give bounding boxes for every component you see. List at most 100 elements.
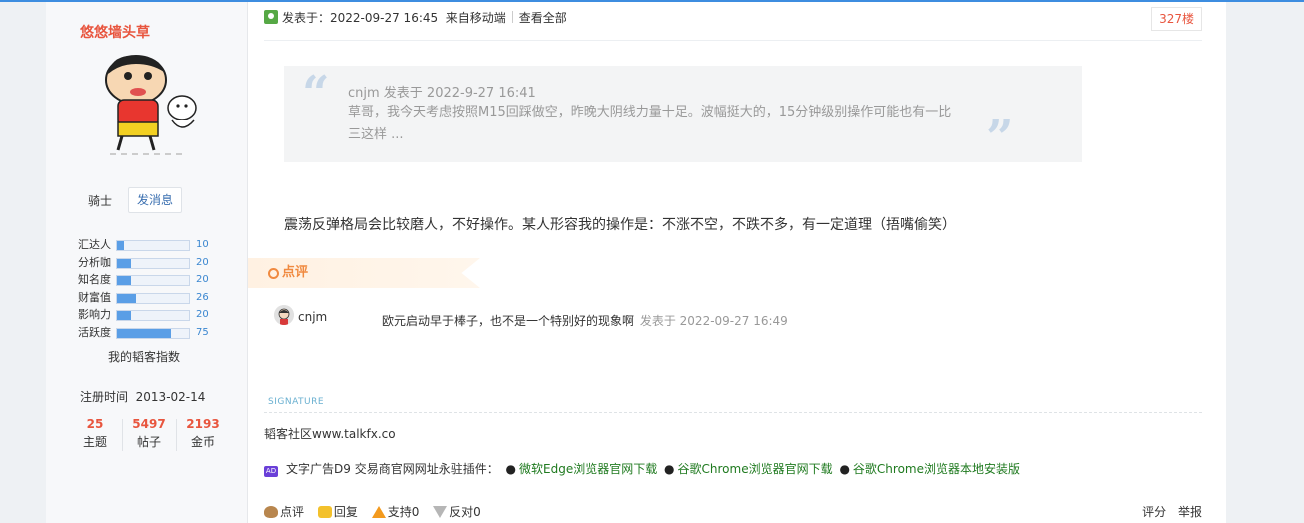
count-posts-label: 帖子: [136, 435, 161, 449]
stat-row: 分析咖 20: [78, 256, 218, 274]
divider: [511, 11, 513, 23]
ad-link-edge[interactable]: 微软Edge浏览器官网下载: [519, 462, 657, 476]
author-name[interactable]: 悠悠墙头草: [80, 22, 150, 42]
count-coins-label: 金币: [190, 435, 215, 449]
stat-row: 汇达人 10: [78, 238, 218, 256]
circle-icon: [268, 268, 279, 279]
post-main: 发表于：2022-09-27 16:45 来自移动端 查看全部 327楼 “ cn…: [248, 2, 1226, 523]
quote-open-icon: “: [302, 66, 330, 122]
post-body: 震荡反弹格局会比较磨人，不好操作。某人形容我的操作是：不涨不空，不跌不多，有一定…: [284, 217, 956, 233]
signature-text: 韬客社区www.talkfx.co: [264, 427, 396, 441]
count-posts-num: 5497: [132, 417, 166, 431]
arrow-up-icon: [371, 506, 386, 518]
divider-line: [264, 40, 1202, 41]
send-message-button[interactable]: 发消息: [128, 187, 182, 213]
post-source: 来自移动端: [445, 11, 506, 25]
post-actions: 点评 回复 支持0 反对0: [264, 503, 491, 521]
review-button-label: 点评: [280, 505, 305, 519]
post-side-actions: 评分 举报: [1134, 503, 1202, 521]
stat-label: 汇达人: [78, 238, 111, 251]
stat-value: 10: [196, 239, 209, 250]
report-button[interactable]: 举报: [1178, 505, 1202, 519]
reply-button-label: 回复: [333, 505, 358, 519]
comment-time: 发表于 2022-09-27 16:49: [639, 314, 788, 328]
signature-label: SIGNATURE: [268, 397, 325, 407]
bullet-icon: ●: [505, 462, 517, 476]
support-button-label: 支持0: [387, 505, 420, 519]
ad-link-chrome-local[interactable]: 谷歌Chrome浏览器本地安装版: [853, 462, 1020, 476]
review-icon: [264, 506, 278, 518]
my-index-link[interactable]: 我的韬客指数: [108, 348, 180, 365]
stat-bar: [116, 327, 190, 339]
view-all-link[interactable]: 查看全部: [519, 11, 567, 25]
stat-value: 20: [196, 256, 209, 268]
post-time: 发表于：2022-09-27 16:45: [282, 11, 439, 25]
user-icon: [264, 10, 278, 24]
stat-bar-fill: [117, 311, 132, 320]
rate-button[interactable]: 评分: [1142, 505, 1166, 519]
register-value: 2013-02-14: [135, 390, 206, 404]
count-posts[interactable]: 5497 帖子: [122, 415, 176, 451]
stat-row: 知名度 20: [78, 273, 218, 291]
commenter-avatar[interactable]: [274, 305, 294, 325]
quote-close-icon: ”: [986, 110, 1014, 166]
register-label: 注册时间: [80, 390, 129, 404]
stat-bar: [116, 240, 190, 251]
stat-value: 20: [196, 274, 209, 285]
reply-button[interactable]: 回复: [317, 503, 358, 521]
reply-icon: [317, 506, 332, 518]
stat-label: 分析咖: [78, 255, 111, 269]
count-coins-num: 2193: [186, 417, 220, 431]
count-topics-label: 主题: [82, 435, 107, 449]
ad-link-chrome[interactable]: 谷歌Chrome浏览器官网下载: [678, 462, 833, 476]
review-section-tag: 点评: [248, 258, 480, 288]
stat-value: 20: [196, 309, 209, 320]
commenter-name[interactable]: cnjm: [298, 310, 327, 324]
stat-bar: [116, 275, 190, 286]
comment-body: 欧元启动早于棒子，也不是一个特别好的现象啊: [382, 314, 635, 328]
count-topics[interactable]: 25 主题: [68, 415, 122, 451]
ad-badge-icon: AD: [264, 466, 278, 477]
stat-bar-fill: [117, 258, 132, 268]
stat-label: 活跃度: [78, 325, 111, 339]
count-topics-num: 25: [86, 417, 104, 431]
stat-bar-fill: [117, 276, 132, 285]
review-button[interactable]: 点评: [264, 503, 304, 521]
author-rank: 骑士: [88, 194, 113, 208]
author-avatar[interactable]: [90, 50, 206, 162]
bullet-icon: ●: [664, 462, 675, 476]
stat-bar-fill: [117, 241, 125, 250]
oppose-button-label: 反对0: [449, 505, 481, 519]
bullet-icon: ●: [839, 462, 850, 476]
stat-bar: [116, 257, 190, 269]
quote-header: cnjm 发表于 2022-9-27 16:41: [348, 86, 536, 101]
stat-label: 财富值: [78, 290, 111, 304]
stat-row: 活跃度 75: [78, 326, 218, 344]
comment-text: 欧元启动早于棒子，也不是一个特别好的现象啊 发表于 2022-09-27 16:…: [382, 312, 788, 329]
signature-divider: [264, 412, 1202, 413]
stat-bar-fill: [117, 293, 136, 303]
stat-bar: [116, 310, 190, 321]
stat-label: 知名度: [78, 273, 111, 286]
text-ad: AD 文字广告D9 交易商官网网址永驻插件： ● 微软Edge浏览器官网下载 ● 谷歌…: [264, 460, 1020, 478]
stat-bar-fill: [117, 328, 171, 338]
stat-row: 财富值 26: [78, 291, 218, 309]
stat-value: 26: [196, 291, 209, 303]
ad-prefix: 文字广告D9 交易商官网网址永驻插件：: [286, 462, 499, 476]
count-coins[interactable]: 2193 金币: [176, 415, 230, 451]
register-date: 注册时间 2013-02-14: [80, 388, 205, 405]
stat-value: 75: [196, 326, 209, 338]
author-sidebar: 悠悠墙头草 骑士 发消息 汇达人 10 分析咖 20 知名度 20 财富值 26 影响力 20 活跃…: [46, 2, 248, 523]
stat-bar: [116, 292, 190, 304]
post-meta-bar: 发表于：2022-09-27 16:45 来自移动端 查看全部: [264, 9, 567, 27]
author-stats: 汇达人 10 分析咖 20 知名度 20 财富值 26 影响力 20 活跃度 75: [78, 238, 218, 343]
review-section-label: 点评: [282, 265, 309, 280]
stat-label: 影响力: [78, 308, 111, 321]
post-card: 悠悠墙头草 骑士 发消息 汇达人 10 分析咖 20 知名度 20 财富值 26 影响力 20 活跃…: [46, 2, 1226, 523]
arrow-down-icon: [433, 506, 448, 518]
author-counts: 25 主题 5497 帖子 2193 金币: [68, 415, 230, 455]
quote-text: 草哥，我今天考虑按照M15回踩做空，昨晚大阴线力量十足。波幅挺大的，15分钟级别…: [348, 105, 952, 142]
oppose-button[interactable]: 反对0: [433, 503, 481, 521]
floor-number[interactable]: 327楼: [1151, 7, 1202, 31]
support-button[interactable]: 支持0: [371, 503, 420, 521]
